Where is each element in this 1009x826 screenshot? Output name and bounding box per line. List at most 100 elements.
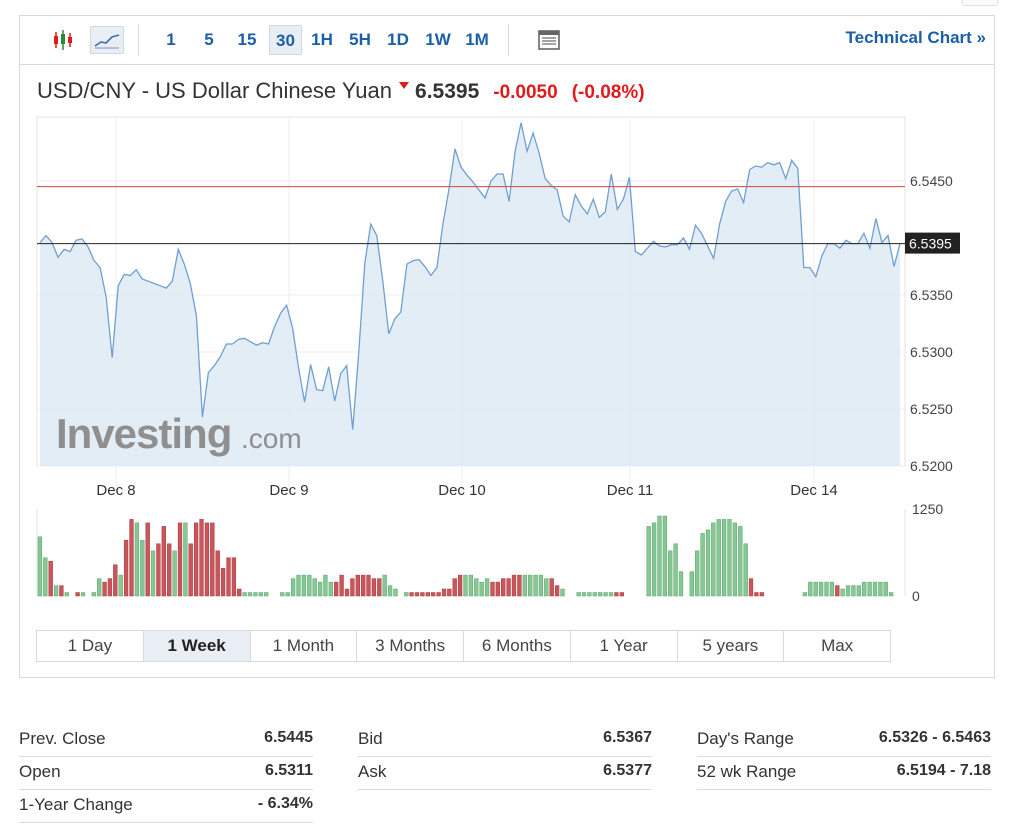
range-tab-1-month[interactable]: 1 Month (251, 631, 358, 661)
volume-bar (522, 574, 527, 597)
volume-bar (312, 578, 317, 597)
volume-bar (862, 581, 867, 597)
volume-bar (447, 588, 452, 597)
stat-label: Ask (358, 762, 387, 781)
y-tick-label: 6.5200 (910, 458, 953, 474)
x-axis-label: Dec 8 (96, 482, 135, 499)
volume-bar (102, 581, 107, 597)
volume-bar (64, 592, 69, 597)
volume-bar (727, 519, 732, 597)
volume-bar (802, 592, 808, 597)
volume-bar (835, 585, 840, 597)
volume-bar (134, 522, 140, 597)
volume-bar (738, 526, 743, 597)
range-selector: 1 Day 1 Week 1 Month 3 Months 6 Months 1 Year… (36, 630, 891, 662)
volume-bar (161, 526, 166, 597)
volume-bar (414, 592, 420, 597)
range-tab-1-day[interactable]: 1 Day (37, 631, 144, 661)
stat-value: 6.5367 (603, 729, 652, 746)
volume-bar (560, 588, 565, 597)
volume-bar (700, 533, 705, 597)
investing-watermark-suffix: .com (241, 423, 302, 454)
volume-bar (97, 578, 102, 597)
y-tick-label: 6.5450 (910, 173, 953, 189)
volume-bar (301, 574, 307, 597)
volume-bar (554, 585, 560, 597)
volume-bar (404, 592, 409, 597)
volume-bar (614, 592, 619, 597)
volume-bar (829, 581, 835, 597)
investing-watermark: Investing (56, 410, 231, 457)
volume-bar (732, 522, 738, 597)
volume-bar (818, 581, 824, 597)
range-tab-5-years[interactable]: 5 years (678, 631, 785, 661)
volume-bar (474, 578, 479, 597)
volume-bar (490, 581, 495, 597)
volume-bar (511, 574, 517, 597)
volume-bar (258, 592, 263, 597)
volume-bar (452, 578, 457, 597)
volume-bar (468, 574, 474, 597)
volume-bar (695, 550, 700, 597)
x-axis-label: Dec 11 (607, 482, 653, 499)
quote-stats: Prev. Close 6.5445 Open 6.5311 1-Year Change… (19, 725, 991, 823)
stat-row: Bid 6.5367 (358, 725, 652, 757)
stats-column: Bid 6.5367 Ask 6.5377 (358, 725, 652, 791)
volume-bar (813, 581, 818, 597)
volume-bar (48, 560, 53, 597)
volume-bar (145, 522, 150, 597)
volume-bar (317, 581, 323, 597)
volume-bar (716, 519, 721, 597)
volume-bar (856, 585, 861, 597)
volume-bar (888, 592, 894, 597)
range-tab-max[interactable]: Max (784, 631, 890, 661)
range-tab-1-week[interactable]: 1 Week (143, 631, 251, 661)
volume-bar (598, 592, 603, 597)
volume-bar (387, 585, 393, 597)
volume-bar (296, 574, 301, 597)
volume-bar (129, 519, 134, 597)
volume-bar (247, 592, 253, 597)
volume-bar (118, 574, 123, 597)
volume-bar (231, 557, 237, 597)
top-edge-tab (962, 0, 998, 6)
volume-bar (371, 578, 377, 597)
current-price-label: 6.5395 (909, 236, 952, 252)
range-tab-1-year[interactable]: 1 Year (571, 631, 678, 661)
volume-bar (689, 571, 694, 597)
volume-bar (441, 588, 447, 597)
volume-bar (603, 592, 608, 597)
volume-bar (657, 515, 662, 597)
volume-bar (528, 574, 533, 597)
volume-tick-label: 1250 (912, 501, 943, 517)
y-tick-label: 6.5350 (910, 287, 953, 303)
volume-bar (355, 574, 360, 597)
volume-bar (177, 522, 183, 597)
volume-bar (393, 588, 398, 597)
volume-bar (80, 592, 86, 597)
volume-bar (37, 536, 43, 597)
volume-bar (237, 588, 242, 597)
stat-value: 6.5326 - 6.5463 (878, 729, 991, 746)
volume-bar (872, 581, 878, 597)
volume-bar (517, 574, 522, 597)
stat-value: 6.5445 (264, 729, 313, 746)
stat-value: 6.5311 (264, 762, 313, 779)
volume-bar (824, 581, 829, 597)
volume-bar (845, 585, 851, 597)
volume-bar (851, 585, 856, 597)
range-tab-6-months[interactable]: 6 Months (464, 631, 571, 661)
volume-bar (544, 578, 549, 597)
price-chart[interactable]: Investing .com 6.5450 6.5350 6.5300 6.5250 6.5… (20, 16, 994, 616)
volume-bar (253, 592, 258, 597)
volume-bar (377, 578, 382, 597)
volume-bar (307, 574, 312, 597)
volume-bar (193, 522, 199, 597)
volume-bar (204, 522, 210, 597)
stat-value: 6.5377 (603, 762, 652, 779)
volume-bar (420, 592, 425, 597)
volume-bar (215, 550, 220, 597)
volume-bar (759, 592, 764, 597)
range-tab-3-months[interactable]: 3 Months (357, 631, 464, 661)
volume-bar (334, 581, 339, 597)
